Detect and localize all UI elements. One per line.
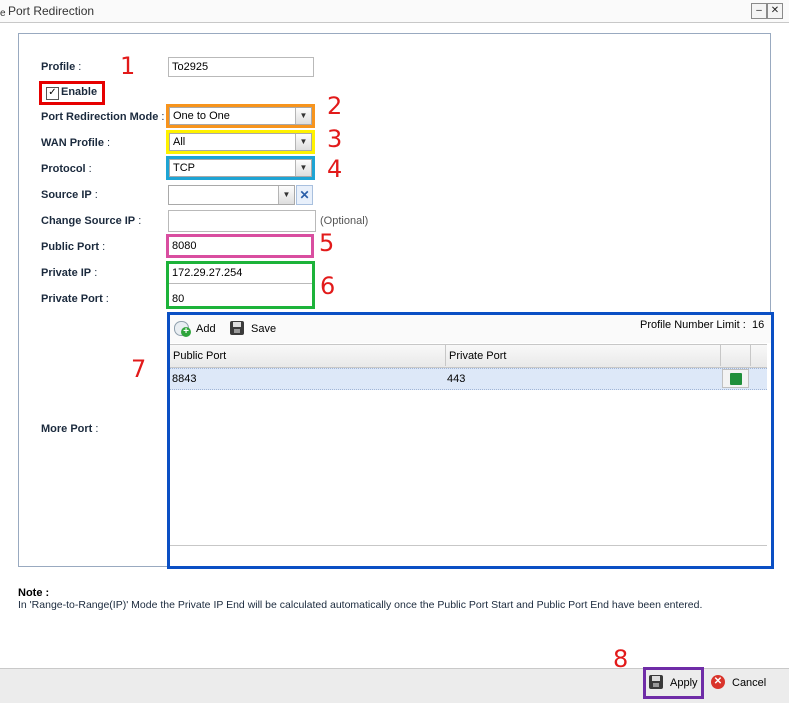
- change-source-ip-input[interactable]: [168, 210, 316, 232]
- window-title: Port Redirection: [8, 4, 95, 18]
- wan-profile-select[interactable]: All ▼: [169, 133, 312, 151]
- note-text: In 'Range-to-Range(IP)' Mode the Private…: [18, 599, 703, 611]
- source-ip-combo[interactable]: ▼: [168, 185, 295, 205]
- row-private-port: 443: [447, 373, 466, 385]
- apply-button[interactable]: Apply: [646, 670, 701, 696]
- annotation-2: 2: [327, 92, 343, 120]
- trash-icon: [730, 373, 742, 385]
- apply-label: Apply: [670, 677, 698, 689]
- private-ip-input[interactable]: 172.29.27.254: [169, 264, 312, 284]
- chevron-down-icon[interactable]: ▼: [295, 108, 311, 124]
- enable-label: Enable: [61, 86, 98, 98]
- annotation-3: 3: [327, 125, 343, 153]
- annotation-4: 4: [327, 155, 343, 183]
- enable-checkbox[interactable]: ✓: [46, 87, 59, 100]
- annotation-7: 7: [131, 355, 147, 383]
- private-port-label: Private Port :: [41, 293, 109, 305]
- chevron-down-icon[interactable]: ▼: [295, 134, 311, 150]
- profile-label: Profile :: [41, 61, 82, 73]
- cancel-icon: ✕: [711, 675, 725, 689]
- more-port-label: More Port :: [41, 423, 99, 435]
- column-divider: [750, 344, 751, 366]
- grid-bottom-border: [170, 545, 767, 546]
- column-header-private-port[interactable]: Private Port: [449, 350, 506, 362]
- mode-select[interactable]: One to One ▼: [169, 107, 312, 125]
- cancel-button[interactable]: ✕ Cancel: [708, 670, 772, 696]
- protocol-select[interactable]: TCP ▼: [169, 159, 312, 177]
- clear-icon[interactable]: ✕: [296, 185, 313, 205]
- window-titlebar: Port Redirection – ✕: [0, 0, 789, 23]
- column-divider: [445, 344, 446, 366]
- background-window-text: e: [0, 8, 6, 19]
- private-port-input[interactable]: 80: [169, 289, 312, 306]
- annotation-6: 6: [320, 272, 336, 300]
- column-divider: [720, 344, 721, 366]
- cancel-label: Cancel: [732, 677, 767, 689]
- delete-row-button[interactable]: [722, 369, 749, 388]
- add-button[interactable]: +: [174, 321, 191, 338]
- save-label[interactable]: Save: [251, 323, 276, 335]
- public-port-label: Public Port :: [41, 241, 106, 253]
- mode-label: Port Redirection Mode :: [41, 111, 165, 123]
- close-window-button[interactable]: ✕: [767, 3, 783, 19]
- protocol-label: Protocol :: [41, 163, 92, 175]
- table-row[interactable]: [170, 368, 767, 390]
- profile-limit-value: 16: [752, 319, 765, 331]
- save-disk-icon: [649, 675, 663, 689]
- change-source-ip-label: Change Source IP :: [41, 215, 142, 227]
- chevron-down-icon[interactable]: ▼: [295, 160, 311, 176]
- profile-input[interactable]: To2925: [168, 57, 314, 77]
- mode-select-value: One to One: [173, 110, 230, 122]
- wan-profile-value: All: [173, 136, 186, 148]
- chevron-down-icon[interactable]: ▼: [278, 186, 294, 204]
- source-ip-label: Source IP :: [41, 189, 98, 201]
- minimize-button[interactable]: –: [751, 3, 767, 19]
- wan-profile-label: WAN Profile :: [41, 137, 111, 149]
- private-ip-label: Private IP :: [41, 267, 98, 279]
- add-label[interactable]: Add: [196, 323, 216, 335]
- column-header-public-port[interactable]: Public Port: [173, 350, 226, 362]
- protocol-value: TCP: [173, 162, 195, 174]
- plus-icon: +: [181, 327, 191, 337]
- profile-limit-label: Profile Number Limit :: [640, 319, 746, 331]
- note-title: Note :: [18, 587, 50, 599]
- optional-hint: (Optional): [320, 215, 369, 227]
- save-disk-icon[interactable]: [230, 321, 244, 335]
- annotation-5: 5: [319, 229, 335, 257]
- public-port-input[interactable]: 8080: [169, 237, 311, 255]
- annotation-1: 1: [120, 52, 136, 80]
- more-port-grid: + Add Save Profile Number Limit : 16 Pub…: [170, 315, 771, 566]
- row-public-port: 8843: [172, 373, 197, 385]
